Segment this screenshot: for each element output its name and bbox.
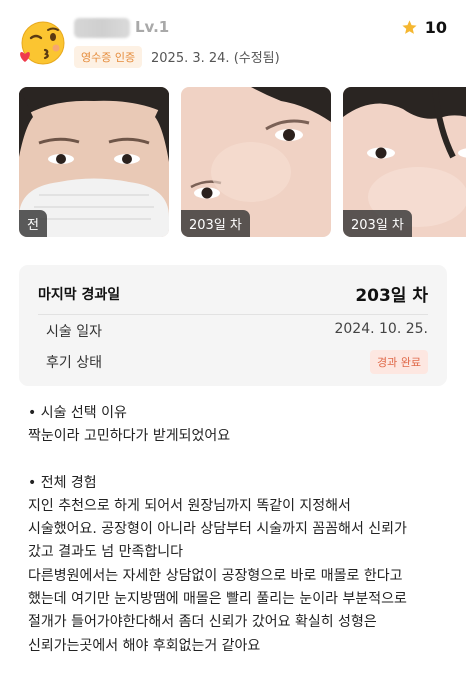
photo-after-2[interactable]: 203일 차 (343, 87, 466, 237)
section-title: • 전체 경험 (28, 474, 97, 491)
review-line: 지인 추천으로 하게 되어서 원장님까지 똑같이 지정해서 (28, 497, 351, 514)
rating-value: 10 (424, 18, 447, 37)
photo-before[interactable]: 전 (19, 87, 169, 237)
kiss-emoji-avatar (20, 21, 65, 65)
star-icon (402, 20, 417, 34)
treatment-summary-card: 마지막 경과일 203일 차 시술 일자 2024. 10. 25. 후기 상태… (19, 265, 447, 386)
photo-tag: 203일 차 (181, 210, 250, 237)
procedure-date-label: 시술 일자 (46, 324, 102, 340)
rating: 10 (401, 18, 447, 37)
review-header: Lv.1 영수증 인증 2025. 3. 24. (수정됨) 10 (0, 0, 466, 80)
last-day-value: 203일 차 (355, 286, 428, 306)
section-title: • 시술 선택 이유 (28, 405, 127, 421)
receipt-verified-badge: 영수증 인증 (74, 46, 143, 68)
last-day-row: 마지막 경과일 203일 차 (38, 281, 428, 306)
review-line: 절개가 들어가야한다해서 좀더 신뢰가 갔어요 확실히 성형은 (28, 614, 377, 631)
photo-tag: 전 (19, 210, 47, 237)
divider (38, 314, 428, 315)
review-line: 했는데 여기만 눈지방땜에 매몰은 빨리 풀리는 눈이라 부분적으로 (28, 591, 407, 608)
review-status-label: 후기 상태 (46, 355, 102, 371)
review-line: 갔고 결과도 넘 만족합니다 (28, 544, 184, 561)
last-day-label: 마지막 경과일 (38, 287, 121, 303)
username-blurred (74, 18, 130, 38)
photo-carousel[interactable]: 전 203일 차 203일 차 (0, 87, 466, 239)
review-status-row: 후기 상태 경과 완료 (46, 350, 428, 374)
procedure-date-value: 2024. 10. 25. (334, 321, 428, 337)
photo-after-1[interactable]: 203일 차 (181, 87, 331, 237)
review-line: 신뢰가는곳에서 해야 후회없는거 같아요 (28, 637, 261, 654)
review-date: 2025. 3. 24. (수정됨) (151, 51, 280, 66)
section-text: 짝눈이라 고민하다가 받게되었어요 (28, 428, 231, 445)
review-body: • 시술 선택 이유 짝눈이라 고민하다가 받게되었어요 • 전체 경험 지인 … (28, 402, 452, 658)
review-line: 다른병원에서는 자세한 상담없이 공장형으로 바로 매몰로 한다고 (28, 567, 403, 584)
user-level: Lv.1 (135, 18, 170, 36)
photo-tag: 203일 차 (343, 210, 412, 237)
status-badge: 경과 완료 (370, 350, 428, 374)
review-line: 시술했어요. 공장형이 아니라 상담부터 시술까지 꼼꼼해서 신뢰가 (28, 521, 407, 538)
procedure-date-row: 시술 일자 2024. 10. 25. (46, 319, 428, 341)
